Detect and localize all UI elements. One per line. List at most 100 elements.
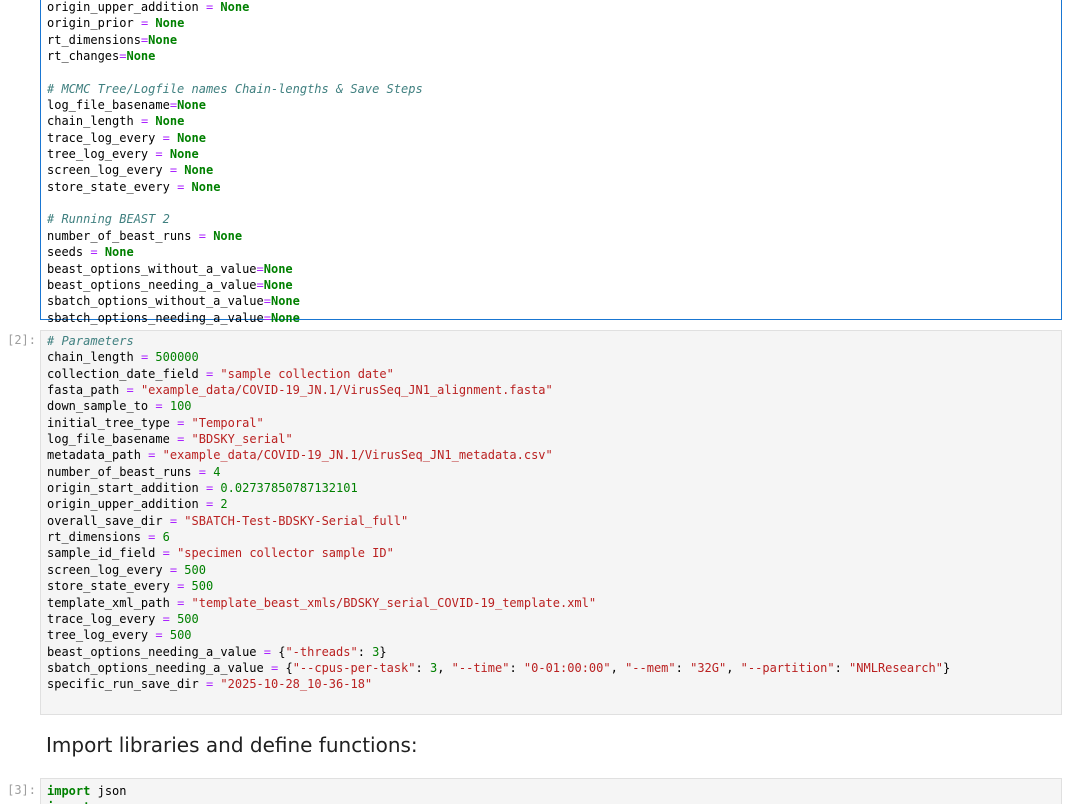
brace: {	[285, 660, 293, 675]
literal-value: 100	[169, 399, 192, 414]
dict-key: "--mem"	[625, 660, 676, 675]
operator: =	[162, 130, 170, 145]
variable-name: rt_dimensions	[47, 32, 141, 47]
variable-name: specific_run_save_dir	[47, 677, 199, 692]
keyword-constant: None	[177, 130, 206, 145]
code-line: screen_log_every = 500	[47, 562, 1055, 578]
literal-value: "example_data/COVID-19_JN.1/VirusSeq_JN1…	[140, 383, 553, 398]
code-line: sample_id_field = "specimen collector sa…	[47, 545, 1055, 561]
code-line: sbatch_options_needing_a_value = {"--cpu…	[47, 660, 1055, 676]
keyword-constant: None	[148, 32, 178, 47]
variable-name: number_of_beast_runs	[47, 464, 192, 479]
colon: :	[357, 644, 373, 659]
operator: =	[198, 228, 206, 243]
variable-name: chain_length	[47, 350, 134, 365]
literal-value: 500	[184, 562, 206, 577]
comma: ,	[610, 660, 626, 675]
literal-value: 500	[177, 611, 199, 626]
dict-value: "32G"	[690, 660, 727, 675]
colon: :	[415, 660, 430, 675]
variable-name: sbatch_options_needing_a_value	[47, 310, 264, 325]
keyword-constant: None	[213, 228, 243, 243]
code-editor[interactable]: # Parameters chain_length = 500000 collect…	[41, 333, 1061, 693]
code-editor[interactable]: import jsonimport	[41, 783, 1061, 804]
code-line: # MCMC Tree/Logfile names Chain-lengths …	[47, 81, 1055, 97]
operator: =	[198, 464, 206, 479]
keyword-constant: None	[191, 179, 221, 194]
code-line: fasta_path = "example_data/COVID-19_JN.1…	[47, 382, 1055, 398]
code-line: seeds = None	[47, 244, 1055, 260]
code-line: rt_dimensions=None	[47, 32, 1055, 48]
code-cell-active[interactable]: origin_upper_addition = None origin_prior…	[40, 0, 1062, 325]
code-cell-parameters[interactable]: # Parameters chain_length = 500000 collect…	[40, 330, 1062, 715]
literal-value: "2025-10-28_10-36-18"	[220, 677, 373, 692]
code-line: # Parameters	[47, 333, 1055, 349]
literal-value: 500	[169, 628, 192, 643]
variable-name: overall_save_dir	[47, 513, 163, 528]
operator: =	[256, 277, 264, 292]
variable-name: number_of_beast_runs	[47, 228, 192, 243]
code-editor[interactable]: origin_upper_addition = None origin_prior…	[41, 0, 1061, 326]
literal-value: "specimen collector sample ID"	[177, 546, 394, 561]
operator: =	[90, 245, 98, 260]
brace: }	[379, 644, 387, 659]
variable-name: origin_upper_addition	[47, 497, 199, 512]
operator: =	[169, 562, 178, 577]
literal-value: "sample collection date"	[220, 366, 394, 381]
colon: :	[834, 660, 850, 675]
code-line: origin_upper_addition = 2	[47, 496, 1055, 512]
variable-name: rt_dimensions	[47, 530, 141, 545]
dict-key: "--time"	[451, 660, 510, 675]
operator: =	[169, 98, 178, 113]
code-line: store_state_every = 500	[47, 578, 1055, 594]
variable-name: trace_log_every	[47, 611, 156, 626]
variable-name: chain_length	[47, 114, 134, 129]
variable-name: log_file_basename	[47, 432, 170, 447]
code-line: store_state_every = None	[47, 179, 1055, 195]
variable-name: tree_log_every	[47, 147, 149, 162]
variable-name: tree_log_every	[47, 628, 149, 643]
keyword-constant: None	[270, 310, 300, 325]
keyword-constant: None	[155, 114, 185, 129]
keyword-constant: None	[220, 0, 250, 14]
code-comment: # Parameters	[47, 334, 134, 348]
code-cell-imports[interactable]: import jsonimport	[40, 778, 1062, 804]
brace: }	[942, 660, 951, 675]
code-line: log_file_basename = "BDSKY_serial"	[47, 431, 1055, 447]
literal-value: "BDSKY_serial"	[191, 432, 293, 447]
literal-value: "SBATCH-Test-BDSKY-Serial_full"	[184, 513, 409, 528]
code-line: chain_length = 500000	[47, 349, 1055, 365]
variable-name: log_file_basename	[47, 98, 170, 113]
keyword-constant: None	[270, 294, 300, 309]
variable-name: template_xml_path	[47, 595, 170, 610]
code-line: rt_dimensions = 6	[47, 529, 1055, 545]
execution-count: [2]:	[7, 333, 36, 347]
variable-name: down_sample_to	[47, 399, 149, 414]
operator: =	[169, 513, 178, 528]
keyword: import	[47, 784, 91, 798]
operator: =	[126, 383, 134, 398]
variable-name: origin_start_addition	[47, 481, 199, 496]
